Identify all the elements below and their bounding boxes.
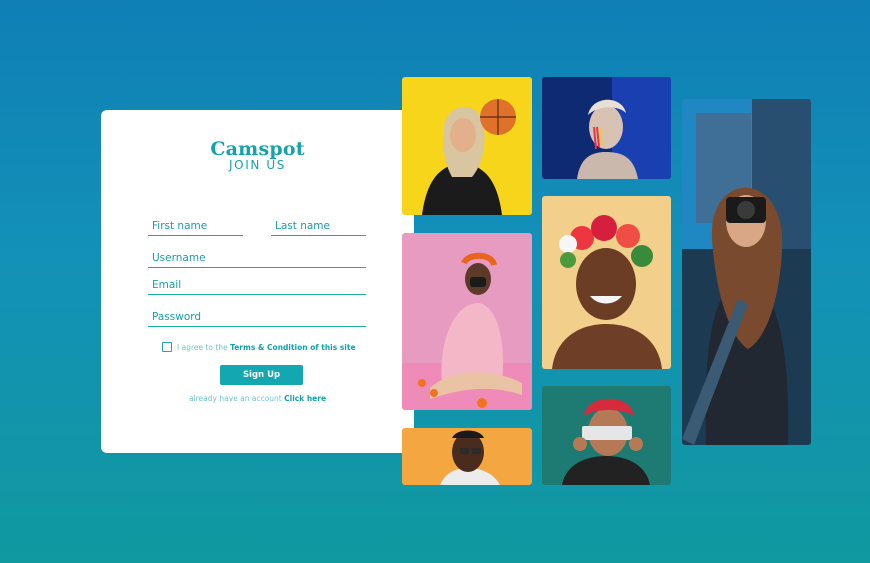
login-prompt: already have an account Click here [101, 394, 414, 403]
first-name-field[interactable]: First name [148, 219, 243, 236]
first-name-placeholder: First name [152, 220, 208, 232]
email-field[interactable]: Email [148, 278, 366, 295]
login-prefix: already have an account [188, 394, 285, 403]
photo-woman-flower-crown [542, 196, 671, 369]
username-placeholder: Username [152, 252, 206, 264]
username-field[interactable]: Username [148, 251, 366, 268]
photo-man-facepaint [542, 77, 671, 179]
password-placeholder: Password [152, 311, 202, 323]
photo-man-glasses [402, 428, 532, 485]
photo-woman-photographer [682, 99, 811, 445]
terms-link[interactable]: Terms & Condition of this site [230, 343, 355, 352]
signup-button[interactable]: Sign Up [220, 365, 303, 385]
last-name-placeholder: Last name [275, 220, 330, 232]
signup-card: Camspot JOIN US First name Last name Use… [101, 110, 414, 453]
email-placeholder: Email [152, 279, 182, 291]
login-link[interactable]: Click here [284, 394, 326, 403]
terms-checkbox[interactable] [162, 342, 172, 352]
password-field[interactable]: Password [148, 310, 366, 327]
brand-logo: Camspot [210, 138, 305, 160]
photo-woman-mask [402, 233, 532, 410]
photo-woman-red-hat [542, 386, 671, 485]
photo-woman-basketball [402, 77, 532, 215]
terms-prefix: I agree to the [177, 343, 231, 352]
last-name-field[interactable]: Last name [271, 219, 366, 236]
join-title: JOIN US [229, 158, 286, 172]
terms-label: I agree to the Terms & Condition of this… [177, 343, 356, 352]
